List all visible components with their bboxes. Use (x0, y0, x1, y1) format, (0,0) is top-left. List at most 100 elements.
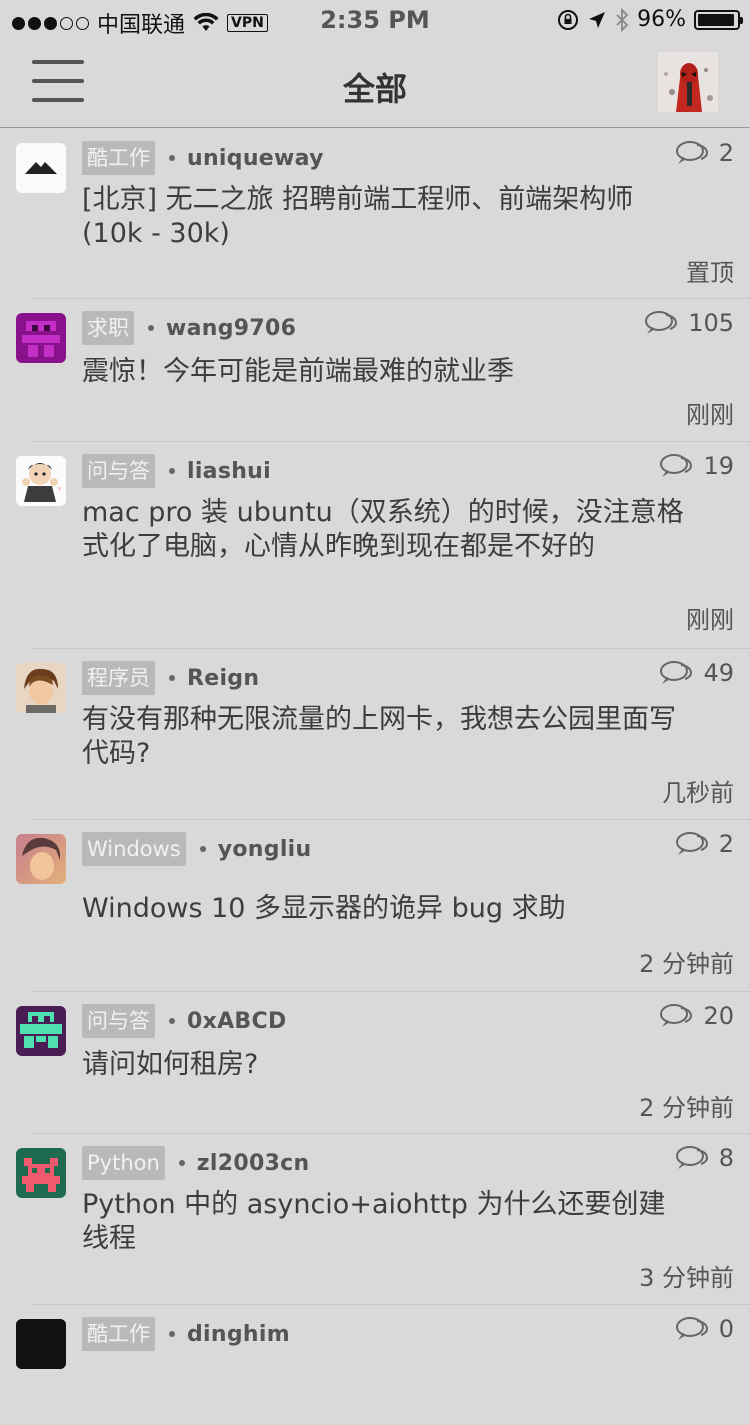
orientation-lock-icon (558, 9, 579, 30)
author-name[interactable]: yongliu (218, 837, 312, 862)
topic-meta: 问与答 0xABCD (82, 1004, 287, 1038)
status-right: 96% (557, 7, 743, 32)
topic-item[interactable]: 程序员 Reign 49 有没有那种无限流量的上网卡，我想去公园里面写代码? 几… (16, 649, 750, 820)
topic-title[interactable]: 有没有那种无限流量的上网卡，我想去公园里面写代码? (82, 703, 692, 771)
topic-list: 酷工作 uniqueway 2 [北京] 无二之旅 招聘前端工程师、前端架构师 … (0, 129, 750, 1425)
node-tag[interactable]: 酷工作 (82, 141, 155, 175)
reply-count: 2 (675, 830, 734, 858)
node-tag[interactable]: 问与答 (82, 454, 155, 488)
reply-count-value: 8 (718, 1144, 734, 1172)
topic-item[interactable]: 酷工作 uniqueway 2 [北京] 无二之旅 招聘前端工程师、前端架构师 … (16, 129, 750, 299)
topic-time: 2 分钟前 (639, 950, 734, 978)
reply-count-value: 49 (703, 659, 734, 687)
comment-bubble-icon (660, 661, 693, 684)
battery-icon (694, 9, 743, 30)
node-tag[interactable]: 程序员 (82, 661, 155, 695)
avatar-image (16, 834, 66, 884)
topic-avatar[interactable] (16, 1006, 66, 1056)
node-tag[interactable]: Windows (82, 832, 186, 866)
comment-bubble-icon (675, 832, 708, 855)
avatar-image (16, 313, 66, 363)
separator-dot (169, 468, 175, 474)
node-tag[interactable]: 酷工作 (82, 1317, 155, 1351)
topic-avatar[interactable] (16, 663, 66, 713)
topic-item[interactable]: Python zl2003cn 8 Python 中的 asyncio+aioh… (16, 1134, 750, 1305)
topic-meta: 问与答 liashui (82, 454, 271, 488)
author-name[interactable]: liashui (187, 459, 271, 484)
node-tag[interactable]: 问与答 (82, 1004, 155, 1038)
page-title: 全部 (342, 70, 407, 108)
svg-text:v: v (58, 486, 61, 492)
avatar-image (16, 1319, 66, 1369)
comment-bubble-icon (675, 141, 708, 164)
author-name[interactable]: wang9706 (166, 316, 296, 341)
comment-bubble-icon (660, 454, 693, 477)
topic-avatar[interactable] (16, 1319, 66, 1369)
topic-meta: 酷工作 dinghim (82, 1317, 290, 1351)
topic-meta: Python zl2003cn (82, 1146, 309, 1180)
topic-avatar[interactable] (16, 143, 66, 193)
reply-count: 20 (659, 1002, 734, 1030)
avatar-image: v (16, 456, 66, 506)
reply-count: 2 (675, 139, 734, 167)
topic-meta: Windows yongliu (82, 832, 311, 866)
topic-avatar[interactable]: v (16, 456, 66, 506)
topic-meta: 程序员 Reign (82, 661, 259, 695)
topic-title[interactable]: [北京] 无二之旅 招聘前端工程师、前端架构师 (10k - 30k) (82, 183, 692, 251)
topic-title[interactable]: Python 中的 asyncio+aiohttp 为什么还要创建线程 (82, 1188, 692, 1256)
topic-time: 刚刚 (686, 401, 734, 429)
user-avatar-image (658, 52, 718, 112)
status-bar: 中国联通 VPN 2:35 PM 96% (0, 0, 750, 40)
avatar-image (16, 663, 66, 713)
reply-count: 19 (659, 452, 734, 480)
comment-bubble-icon (675, 1317, 708, 1340)
author-name[interactable]: Reign (187, 666, 259, 691)
topic-item[interactable]: 问与答 0xABCD 20 请问如何租房? 2 分钟前 (16, 992, 750, 1134)
author-name[interactable]: uniqueway (187, 146, 324, 171)
reply-count-value: 20 (703, 1002, 734, 1030)
separator-dot (169, 675, 175, 681)
separator-dot (169, 1331, 175, 1337)
avatar-image (16, 143, 66, 193)
topic-item[interactable]: 求职 wang9706 105 震惊！今年可能是前端最难的就业季 刚刚 (16, 299, 750, 442)
comment-bubble-icon (660, 1004, 693, 1027)
topic-item[interactable]: v 问与答 liashui 19 mac pro 装 ubuntu（双系统）的时… (16, 442, 750, 649)
comment-bubble-icon (675, 1146, 708, 1169)
separator-dot (169, 1018, 175, 1024)
author-name[interactable]: dinghim (187, 1322, 290, 1347)
separator-dot (199, 846, 206, 852)
node-tag[interactable]: 求职 (82, 311, 134, 345)
reply-count: 8 (675, 1144, 734, 1172)
reply-count: 105 (644, 309, 734, 337)
topic-meta: 求职 wang9706 (82, 311, 296, 345)
topic-title[interactable]: mac pro 装 ubuntu（双系统）的时候，没注意格式化了电脑，心情从昨晚… (82, 496, 692, 564)
topic-avatar[interactable] (16, 834, 66, 884)
separator-dot (148, 325, 154, 331)
topic-title[interactable]: Windows 10 多显示器的诡异 bug 求助 (82, 892, 692, 926)
topic-time: 2 分钟前 (639, 1094, 734, 1122)
topic-time: 3 分钟前 (639, 1264, 734, 1292)
avatar-image (16, 1006, 66, 1056)
reply-count-value: 2 (718, 139, 734, 167)
separator-dot (178, 1160, 185, 1166)
topic-item[interactable]: Windows yongliu 2 Windows 10 多显示器的诡异 bug… (16, 820, 750, 992)
author-name[interactable]: zl2003cn (197, 1151, 310, 1176)
reply-count: 49 (659, 659, 734, 687)
comment-bubble-icon (645, 311, 678, 334)
nav-bar: 全部 (0, 40, 750, 128)
battery-percent: 96% (637, 7, 686, 32)
topic-avatar[interactable] (16, 1148, 66, 1198)
topic-avatar[interactable] (16, 313, 66, 363)
topic-meta: 酷工作 uniqueway (82, 141, 324, 175)
topic-time: 几秒前 (662, 779, 734, 807)
bluetooth-icon (616, 7, 629, 32)
topic-title[interactable]: 请问如何租房? (82, 1048, 692, 1082)
reply-count-value: 0 (718, 1315, 734, 1343)
topic-title[interactable]: 震惊！今年可能是前端最难的就业季 (82, 355, 692, 389)
node-tag[interactable]: Python (82, 1146, 165, 1180)
topic-item[interactable]: 酷工作 dinghim 0 (16, 1305, 750, 1425)
user-avatar[interactable] (658, 52, 718, 112)
separator-dot (169, 155, 175, 161)
reply-count: 0 (675, 1315, 734, 1343)
author-name[interactable]: 0xABCD (187, 1009, 287, 1034)
